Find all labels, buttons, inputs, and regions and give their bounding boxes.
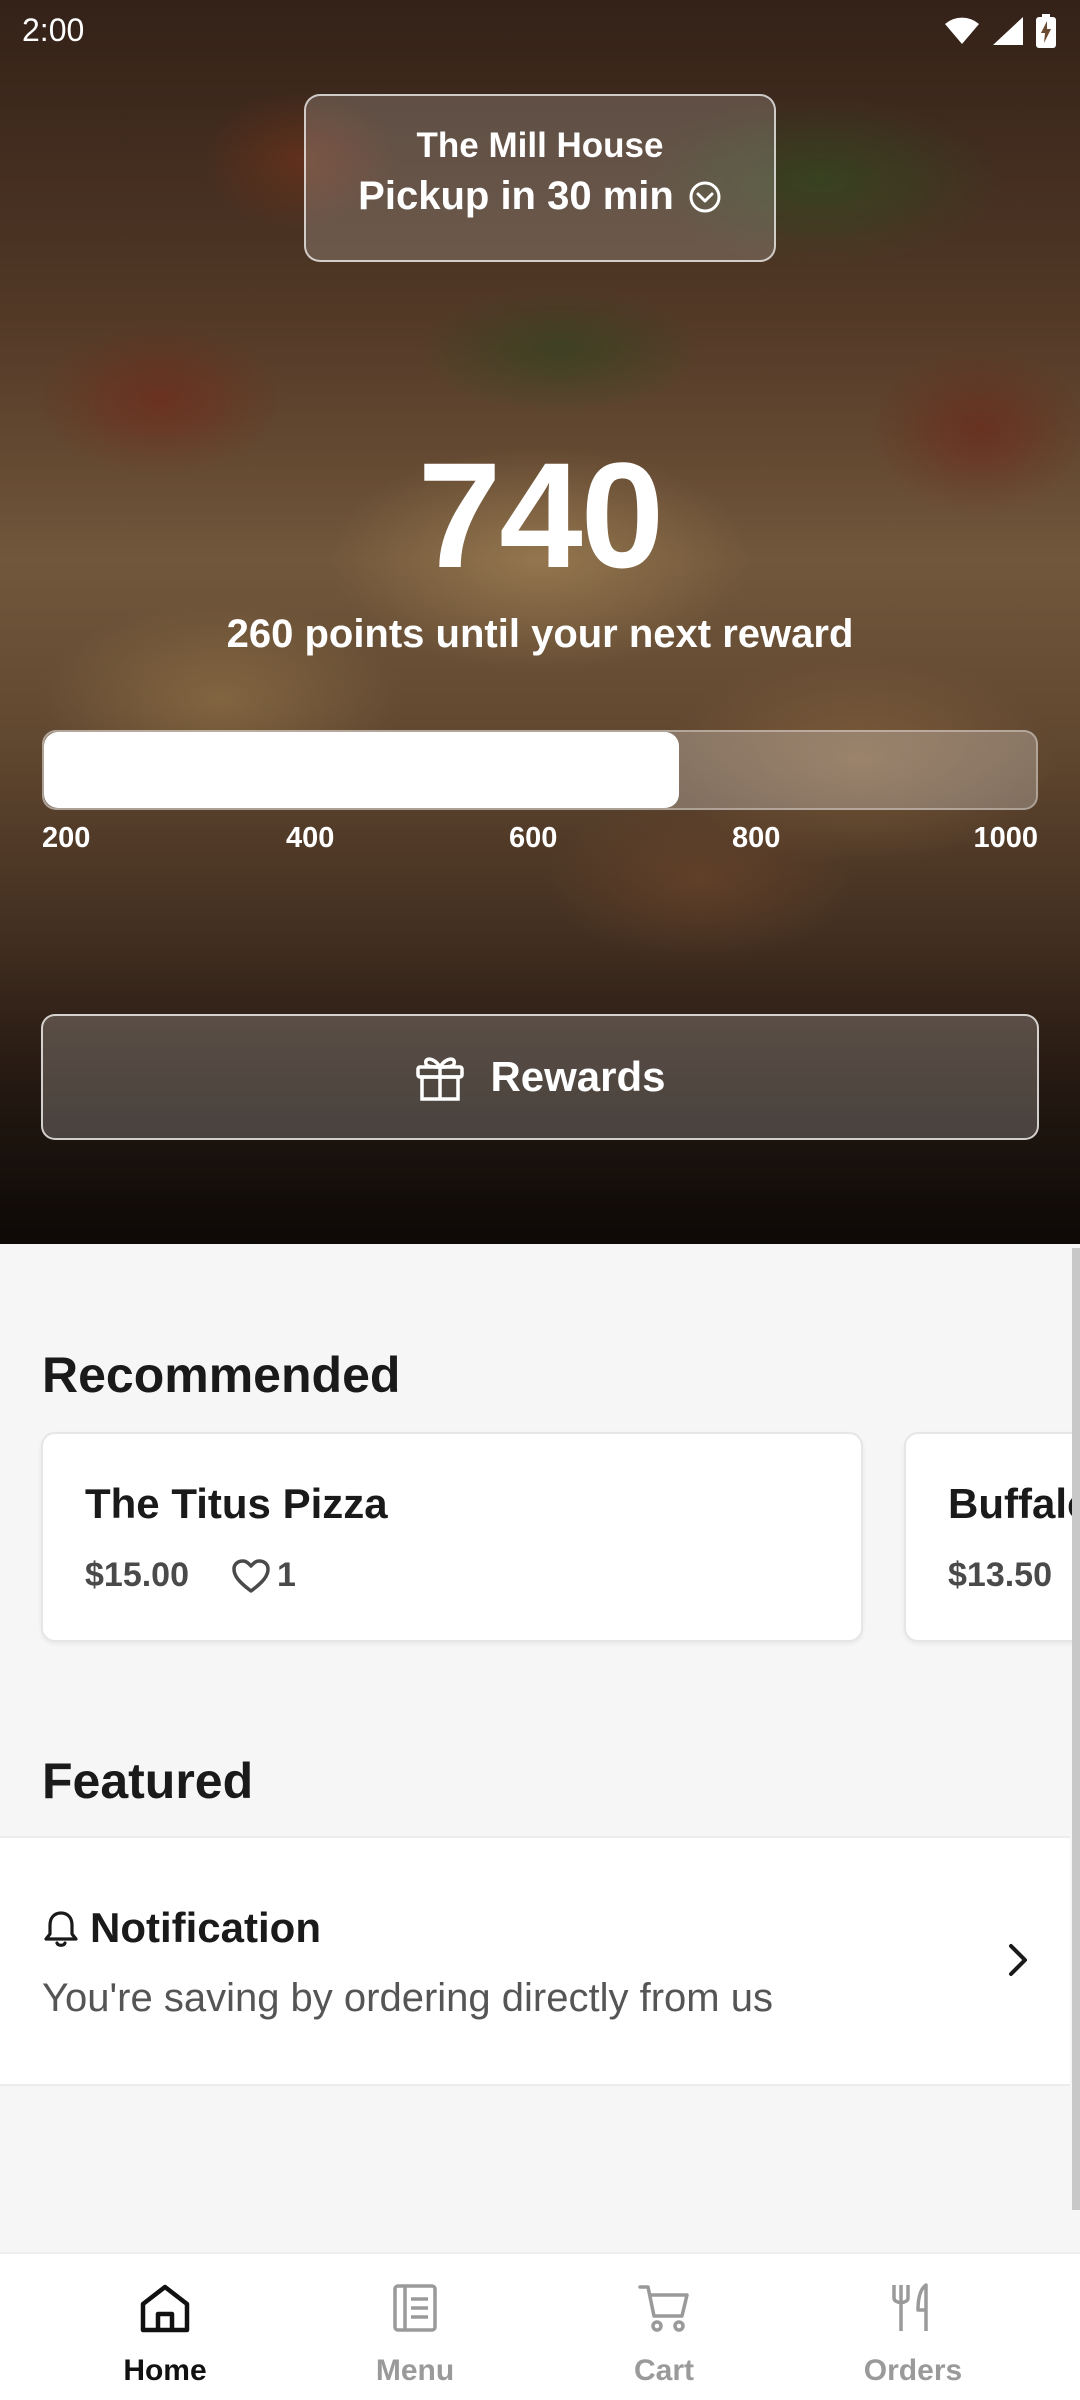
battery-charging-icon: [1036, 14, 1056, 48]
featured-title: Featured: [42, 1753, 254, 1809]
signal-icon: [993, 17, 1023, 45]
menu-icon: [393, 2284, 437, 2332]
heart-icon: [232, 1558, 270, 1593]
store-name: The Mill House: [416, 126, 664, 165]
nav-label: Cart: [633, 2354, 694, 2387]
item-name: The Titus Pizza: [85, 1480, 388, 1527]
item-price: $15.00: [85, 1556, 189, 1594]
item-likes[interactable]: 1: [231, 1556, 296, 1595]
scrollbar[interactable]: [1072, 1248, 1080, 2210]
nav-label: Home: [123, 2354, 207, 2387]
notification-title-row: Notification: [42, 1904, 321, 1952]
tick-label: 200: [42, 822, 91, 854]
pickup-time: Pickup in 30 min: [358, 174, 674, 218]
chevron-down-circle-icon: [689, 181, 721, 212]
status-time: 2:00: [22, 12, 85, 48]
nav-label: Orders: [863, 2354, 963, 2387]
nav-item-orders[interactable]: Orders: [813, 2280, 1013, 2388]
tick-label: 400: [286, 822, 335, 854]
wifi-icon: [945, 17, 979, 44]
hero-banner: 2:00 The Mill House Pickup in 30 min 740…: [0, 0, 1080, 1244]
cart-icon: [638, 2285, 689, 2332]
recommended-title: Recommended: [42, 1347, 401, 1403]
bell-icon: [44, 1911, 78, 1947]
nav-label: Menu: [375, 2354, 455, 2387]
location-selector[interactable]: The Mill House Pickup in 30 min: [304, 94, 776, 262]
nav-item-menu[interactable]: Menu: [315, 2280, 515, 2388]
status-bar: 2:00: [0, 0, 1080, 64]
likes-count: 1: [277, 1556, 296, 1594]
pickup-row: Pickup in 30 min: [306, 174, 774, 219]
notification-card[interactable]: Notification You're saving by ordering d…: [0, 1836, 1070, 2086]
home-icon: [140, 2284, 190, 2333]
gift-icon: [416, 1057, 465, 1101]
nav-item-home[interactable]: Home: [65, 2280, 265, 2388]
nav-item-cart[interactable]: Cart: [564, 2280, 764, 2388]
tick-label: 800: [732, 822, 781, 854]
chevron-right-icon: [1009, 1944, 1027, 1976]
status-icons: [944, 14, 1056, 48]
recommended-item-card[interactable]: Buffalo $13.50: [904, 1432, 1080, 1642]
item-price: $13.50: [948, 1556, 1052, 1594]
item-meta: $15.00 1: [85, 1556, 296, 1595]
points-subtitle: 260 points until your next reward: [226, 612, 854, 656]
points-progress-fill: [44, 732, 679, 808]
notification-body: You're saving by ordering directly from …: [42, 1976, 773, 2020]
item-meta: $13.50: [948, 1556, 1052, 1595]
item-name: Buffalo: [948, 1480, 1080, 1527]
tick-label: 1000: [973, 822, 1038, 854]
rewards-button-label: Rewards: [490, 1053, 666, 1100]
points-progress-bar: [42, 730, 1038, 810]
recommended-item-card[interactable]: The Titus Pizza $15.00 1: [41, 1432, 863, 1642]
rewards-button[interactable]: Rewards: [41, 1014, 1039, 1140]
bottom-navigation: Home Menu Cart Orders: [0, 2252, 1080, 2400]
orders-icon: [892, 2283, 928, 2331]
points-balance: 740: [417, 431, 664, 599]
tick-label: 600: [509, 822, 558, 854]
notification-title: Notification: [90, 1904, 321, 1951]
progress-ticks: 200 400 600 800 1000: [42, 822, 1038, 862]
